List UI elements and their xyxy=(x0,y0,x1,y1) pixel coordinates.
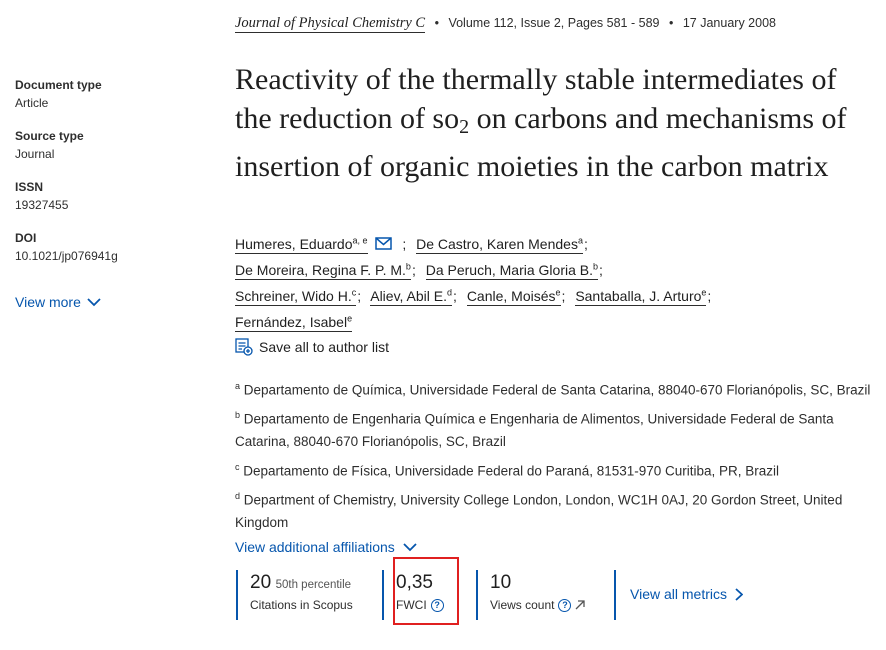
highlight-box xyxy=(393,557,459,625)
citations-count: 20 xyxy=(250,572,272,593)
article-title: Reactivity of the thermally stable inter… xyxy=(235,63,847,183)
save-authors-label: Save all to author list xyxy=(259,338,389,355)
affiliation-item: b Departamento de Engenharia Química e E… xyxy=(235,410,834,449)
doc-type-value: Article xyxy=(15,96,49,110)
separator: • xyxy=(434,16,439,30)
affiliation-item: a Departamento de Química, Universidade … xyxy=(235,381,871,398)
chevron-right-icon xyxy=(735,587,743,601)
external-link-icon[interactable] xyxy=(575,600,586,610)
view-all-metrics-link[interactable]: View all metrics xyxy=(630,586,743,602)
mail-icon[interactable] xyxy=(375,236,393,250)
views-label: Views count xyxy=(490,598,555,612)
chevron-down-icon xyxy=(403,543,417,552)
author-link[interactable]: Schreiner, Wido H.c xyxy=(235,287,357,306)
source-bar: Journal of Physical Chemistry C • Volume… xyxy=(235,15,776,33)
author-link[interactable]: Aliev, Abil E.d xyxy=(370,287,453,306)
author-link[interactable]: Humeres, Eduardoa, e xyxy=(235,235,368,254)
views-metric: 10 Views count? xyxy=(476,570,596,620)
view-more-label: View more xyxy=(15,294,81,310)
add-list-icon xyxy=(235,338,253,356)
view-more-button[interactable]: View more xyxy=(15,294,215,310)
doi-value: 10.1021/jp076941g xyxy=(15,249,118,263)
volume-info: Volume 112, Issue 2, Pages 581 - 589 xyxy=(448,16,660,30)
affiliations: a Departamento de Química, Universidade … xyxy=(235,375,880,559)
separator: • xyxy=(668,16,674,30)
view-all-metrics-label: View all metrics xyxy=(630,586,727,602)
doc-type-label: Document type xyxy=(15,78,102,92)
help-icon[interactable]: ? xyxy=(558,598,572,612)
author-list: Humeres, Eduardoa, e ; De Castro, Karen … xyxy=(235,229,875,358)
author-link[interactable]: Canle, Moisése xyxy=(466,287,561,306)
author-link[interactable]: Fernández, Isabele xyxy=(235,313,353,333)
citations-metric: 20 50th percentile Citations in Scopus xyxy=(236,570,376,620)
author-link[interactable]: De Moreira, Regina F. P. M.b xyxy=(235,261,411,280)
source-type-label: Source type xyxy=(15,129,84,143)
author-link[interactable]: De Castro, Karen Mendesa xyxy=(416,235,583,254)
author-link[interactable]: Da Peruch, Maria Gloria B.b xyxy=(425,261,599,280)
document-info-sidebar: Document type Article Source type Journa… xyxy=(15,72,215,310)
save-authors-button[interactable]: Save all to author list xyxy=(235,336,875,359)
citations-percentile: 50th percentile xyxy=(275,579,352,591)
divider xyxy=(614,570,616,620)
view-affiliations-label: View additional affiliations xyxy=(235,539,395,555)
source-type-value: Journal xyxy=(15,147,55,161)
doi-label: DOI xyxy=(15,231,37,245)
view-affiliations-button[interactable]: View additional affiliations xyxy=(235,536,880,559)
citations-label: Citations in Scopus xyxy=(250,598,353,612)
journal-link[interactable]: Journal of Physical Chemistry C xyxy=(235,15,426,33)
views-count: 10 xyxy=(490,572,512,593)
publication-date: 17 January 2008 xyxy=(682,16,776,30)
affiliation-item: d Department of Chemistry, University Co… xyxy=(235,490,843,530)
issn-label: ISSN xyxy=(15,180,44,194)
author-link[interactable]: Santaballa, J. Arturoe xyxy=(575,287,707,306)
issn-value: 19327455 xyxy=(15,198,69,212)
affiliation-item: c Departamento de Física, Universidade F… xyxy=(235,461,780,479)
chevron-down-icon xyxy=(87,298,101,307)
